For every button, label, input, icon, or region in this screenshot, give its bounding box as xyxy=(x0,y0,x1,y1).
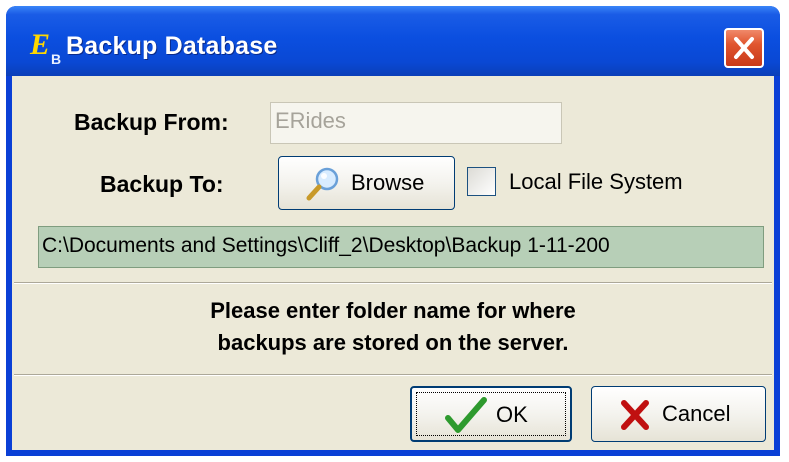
close-button[interactable] xyxy=(724,28,764,68)
backup-from-label: Backup From: xyxy=(74,109,229,135)
app-icon-sub: B xyxy=(51,51,62,67)
local-file-system-label[interactable]: Local File System xyxy=(509,169,683,195)
checkmark-icon xyxy=(445,397,487,433)
browse-button-label: Browse xyxy=(351,170,425,195)
cancel-x-icon xyxy=(621,400,649,430)
instruction-line-1: Please enter folder name for where xyxy=(210,298,576,323)
magnifier-icon xyxy=(306,167,339,201)
separator-bottom xyxy=(14,374,772,376)
cancel-button[interactable]: Cancel xyxy=(591,386,766,442)
backup-dialog-window: EB Backup Database Backup From: ERides B… xyxy=(6,6,780,456)
instruction-line-2: backups are stored on the server. xyxy=(217,330,569,355)
window-title: Backup Database xyxy=(66,32,278,60)
ok-button[interactable]: OK xyxy=(410,386,572,442)
separator-top xyxy=(14,282,772,284)
local-file-system-checkbox[interactable] xyxy=(467,167,496,196)
ok-button-label: OK xyxy=(496,402,528,427)
cancel-button-label: Cancel xyxy=(662,401,731,426)
backup-path-field[interactable]: C:\Documents and Settings\Cliff_2\Deskto… xyxy=(38,226,764,268)
close-icon xyxy=(734,37,754,59)
backup-to-label: Backup To: xyxy=(100,171,224,197)
backup-from-field[interactable]: ERides xyxy=(270,102,562,144)
app-icon: EB xyxy=(30,28,61,68)
dialog-body: Backup From: ERides Backup To: Browse Lo… xyxy=(12,76,774,450)
focus-rect xyxy=(416,392,566,436)
app-icon-letter: E xyxy=(30,28,51,61)
title-bar[interactable]: EB Backup Database xyxy=(6,6,780,76)
browse-button[interactable]: Browse xyxy=(278,156,455,210)
